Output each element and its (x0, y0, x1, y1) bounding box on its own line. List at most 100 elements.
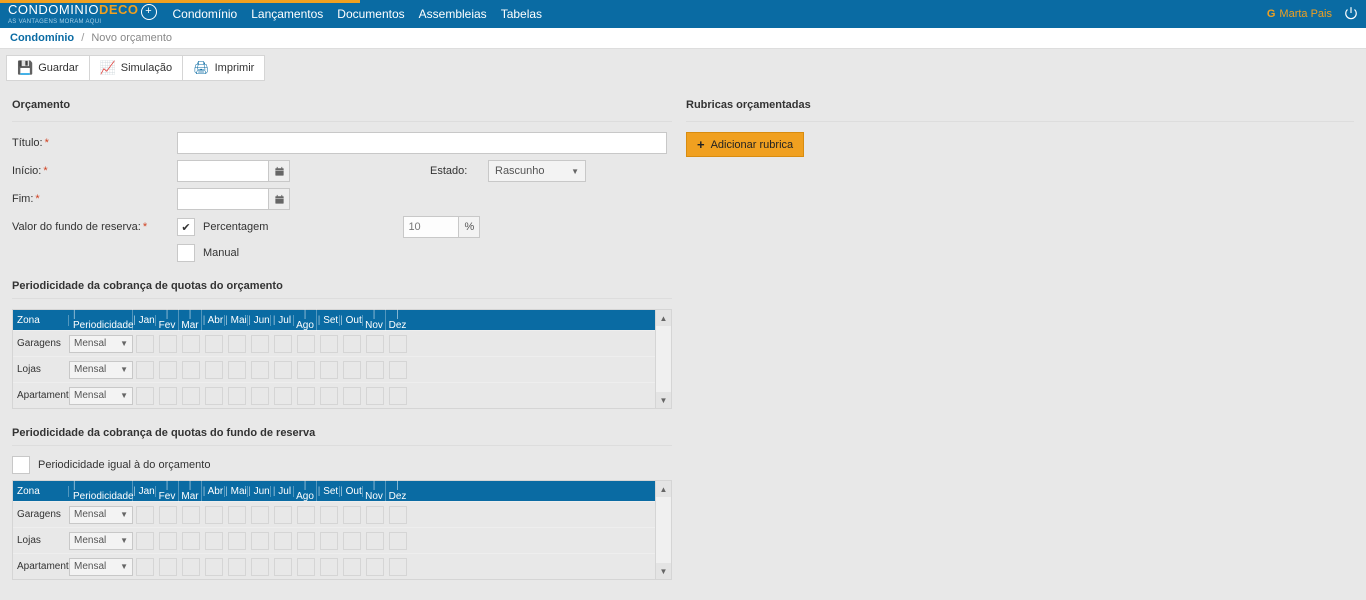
period-select[interactable]: Mensal▼ (69, 387, 133, 405)
month-cell[interactable] (366, 558, 384, 576)
user-menu[interactable]: G Marta Pais (1267, 8, 1332, 20)
month-cell[interactable] (251, 387, 269, 405)
period-select[interactable]: Mensal▼ (69, 506, 133, 524)
breadcrumb-main[interactable]: Condomínio (10, 32, 74, 44)
period-select[interactable]: Mensal▼ (69, 335, 133, 353)
titulo-input[interactable] (177, 132, 667, 154)
month-cell[interactable] (205, 558, 223, 576)
month-cell[interactable] (366, 506, 384, 524)
month-cell[interactable] (297, 506, 315, 524)
simulation-button[interactable]: 📈 Simulação (90, 56, 184, 80)
percentagem-checkbox[interactable] (177, 218, 195, 236)
fim-calendar-button[interactable] (268, 188, 290, 210)
month-cell[interactable] (251, 506, 269, 524)
month-cell[interactable] (159, 506, 177, 524)
period-select[interactable]: Mensal▼ (69, 532, 133, 550)
inicio-calendar-button[interactable] (268, 160, 290, 182)
scroll-down-icon[interactable]: ▼ (656, 563, 671, 579)
month-cell[interactable] (182, 387, 200, 405)
month-cell[interactable] (297, 387, 315, 405)
estado-select[interactable]: Rascunho ▼ (488, 160, 586, 182)
month-cell[interactable] (182, 532, 200, 550)
month-cell[interactable] (274, 335, 292, 353)
month-cell[interactable] (297, 532, 315, 550)
month-cell[interactable] (297, 335, 315, 353)
month-cell[interactable] (389, 335, 407, 353)
month-cell[interactable] (274, 387, 292, 405)
month-cell[interactable] (320, 506, 338, 524)
month-cell[interactable] (274, 506, 292, 524)
month-cell[interactable] (251, 532, 269, 550)
month-cell[interactable] (182, 506, 200, 524)
manual-checkbox[interactable] (177, 244, 195, 262)
period-select[interactable]: Mensal▼ (69, 361, 133, 379)
month-cell[interactable] (136, 387, 154, 405)
scroll-up-icon[interactable]: ▲ (656, 481, 671, 497)
same-period-checkbox[interactable] (12, 456, 30, 474)
nav-tabelas[interactable]: Tabelas (501, 7, 542, 21)
percent-input[interactable] (403, 216, 459, 238)
fim-input[interactable] (177, 188, 269, 210)
month-cell[interactable] (205, 361, 223, 379)
month-cell[interactable] (228, 506, 246, 524)
month-cell[interactable] (389, 532, 407, 550)
print-button[interactable]: 🖨 Imprimir (183, 56, 264, 80)
month-cell[interactable] (228, 558, 246, 576)
month-cell[interactable] (343, 532, 361, 550)
nav-documentos[interactable]: Documentos (337, 7, 404, 21)
scrollbar[interactable]: ▲ ▼ (656, 480, 672, 580)
month-cell[interactable] (205, 387, 223, 405)
month-cell[interactable] (320, 387, 338, 405)
month-cell[interactable] (205, 532, 223, 550)
add-rubrica-button[interactable]: + Adicionar rubrica (686, 132, 804, 157)
nav-condominio[interactable]: Condomínio (173, 7, 238, 21)
month-cell[interactable] (228, 361, 246, 379)
month-cell[interactable] (159, 335, 177, 353)
month-cell[interactable] (251, 361, 269, 379)
month-cell[interactable] (320, 558, 338, 576)
month-cell[interactable] (274, 361, 292, 379)
month-cell[interactable] (182, 558, 200, 576)
month-cell[interactable] (274, 558, 292, 576)
month-cell[interactable] (182, 361, 200, 379)
month-cell[interactable] (228, 532, 246, 550)
month-cell[interactable] (228, 387, 246, 405)
month-cell[interactable] (366, 532, 384, 550)
month-cell[interactable] (205, 506, 223, 524)
month-cell[interactable] (297, 558, 315, 576)
logout-button[interactable] (1344, 6, 1358, 23)
month-cell[interactable] (389, 506, 407, 524)
nav-lancamentos[interactable]: Lançamentos (251, 7, 323, 21)
month-cell[interactable] (343, 361, 361, 379)
month-cell[interactable] (136, 532, 154, 550)
month-cell[interactable] (297, 361, 315, 379)
month-cell[interactable] (159, 532, 177, 550)
month-cell[interactable] (366, 387, 384, 405)
month-cell[interactable] (320, 335, 338, 353)
month-cell[interactable] (251, 558, 269, 576)
month-cell[interactable] (343, 387, 361, 405)
month-cell[interactable] (136, 335, 154, 353)
month-cell[interactable] (343, 506, 361, 524)
save-button[interactable]: 💾 Guardar (7, 56, 90, 80)
inicio-input[interactable] (177, 160, 269, 182)
month-cell[interactable] (136, 506, 154, 524)
month-cell[interactable] (320, 532, 338, 550)
scrollbar[interactable]: ▲ ▼ (656, 309, 672, 409)
scroll-up-icon[interactable]: ▲ (656, 310, 671, 326)
month-cell[interactable] (320, 361, 338, 379)
month-cell[interactable] (343, 558, 361, 576)
month-cell[interactable] (366, 335, 384, 353)
month-cell[interactable] (159, 558, 177, 576)
month-cell[interactable] (389, 558, 407, 576)
logo[interactable]: CONDOMINIODECO+ AS VANTAGENS MORAM AQUI (8, 3, 157, 25)
month-cell[interactable] (136, 558, 154, 576)
month-cell[interactable] (343, 335, 361, 353)
month-cell[interactable] (159, 361, 177, 379)
month-cell[interactable] (251, 335, 269, 353)
month-cell[interactable] (366, 361, 384, 379)
month-cell[interactable] (389, 387, 407, 405)
scroll-down-icon[interactable]: ▼ (656, 392, 671, 408)
nav-assembleias[interactable]: Assembleias (419, 7, 487, 21)
month-cell[interactable] (274, 532, 292, 550)
